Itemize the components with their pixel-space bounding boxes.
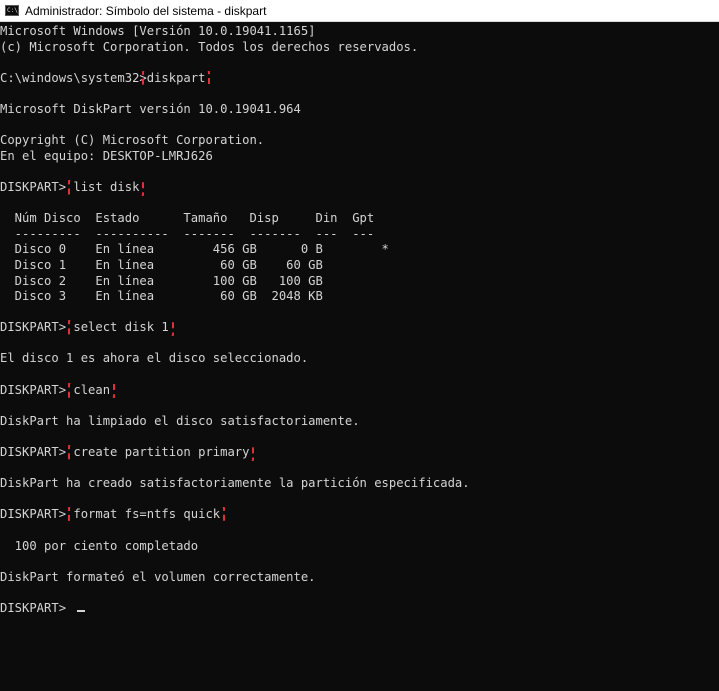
disk-table-row: Disco 2 En línea 100 GB 100 GB — [0, 273, 323, 288]
console-line: DISKPART> select disk 1 — [0, 320, 719, 336]
disk-table-header: Núm Disco Estado Tamaño Disp Din Gpt — [0, 211, 375, 226]
console-line: DiskPart ha creado satisfactoriamente la… — [0, 476, 470, 491]
console-line: DiskPart formateó el volumen correctamen… — [0, 569, 316, 584]
diskpart-prompt: DISKPART> — [0, 179, 74, 194]
command-prompt-window: C:\ Administrador: Símbolo del sistema -… — [0, 0, 719, 691]
command-create-partition: create partition primary — [68, 445, 255, 461]
command-select-disk: select disk 1 — [68, 320, 174, 336]
title-bar[interactable]: C:\ Administrador: Símbolo del sistema -… — [0, 0, 719, 22]
console-line: DISKPART> clean — [0, 382, 719, 399]
command-format: format fs=ntfs quick — [68, 507, 226, 523]
cmd-prompt: C:\windows\system32> — [0, 70, 147, 85]
disk-table-row: Disco 3 En línea 60 GB 2048 KB — [0, 289, 323, 304]
diskpart-prompt: DISKPART> — [0, 382, 74, 397]
console-line: DiskPart ha limpiado el disco satisfacto… — [0, 413, 360, 428]
console-line: DISKPART> list disk — [0, 179, 719, 196]
command-clean: clean — [68, 382, 116, 399]
command-list-disk: list disk — [68, 179, 145, 196]
console-line: 100 por ciento completado — [0, 538, 199, 553]
text-cursor — [77, 609, 86, 612]
console-line: DISKPART> — [0, 601, 719, 617]
console-line: C:\windows\system32>diskpart — [0, 70, 719, 87]
diskpart-prompt: DISKPART> — [0, 445, 74, 460]
disk-table-separator: --------- ---------- ------- ------- ---… — [0, 226, 375, 241]
disk-table-row: Disco 0 En línea 456 GB 0 B * — [0, 242, 389, 257]
console-line: DISKPART> create partition primary — [0, 445, 719, 461]
console-output[interactable]: Microsoft Windows [Versión 10.0.19041.11… — [0, 22, 719, 691]
diskpart-prompt: DISKPART> — [0, 320, 74, 335]
diskpart-prompt: DISKPART> — [0, 507, 74, 522]
console-line: DISKPART> format fs=ntfs quick — [0, 507, 719, 523]
window-title: Administrador: Símbolo del sistema - dis… — [25, 3, 267, 18]
console-line: En el equipo: DESKTOP-LMRJ626 — [0, 148, 213, 163]
diskpart-prompt: DISKPART> — [0, 600, 74, 615]
console-app-icon: C:\ — [5, 5, 19, 16]
disk-table-row: Disco 1 En línea 60 GB 60 GB — [0, 257, 323, 272]
console-line: El disco 1 es ahora el disco seleccionad… — [0, 351, 309, 366]
console-line: (c) Microsoft Corporation. Todos los der… — [0, 39, 419, 54]
console-line: Microsoft Windows [Versión 10.0.19041.11… — [0, 24, 316, 38]
console-line: Copyright (C) Microsoft Corporation. — [0, 133, 265, 148]
command-diskpart: diskpart — [141, 70, 211, 87]
console-line: Microsoft DiskPart versión 10.0.19041.96… — [0, 101, 301, 116]
